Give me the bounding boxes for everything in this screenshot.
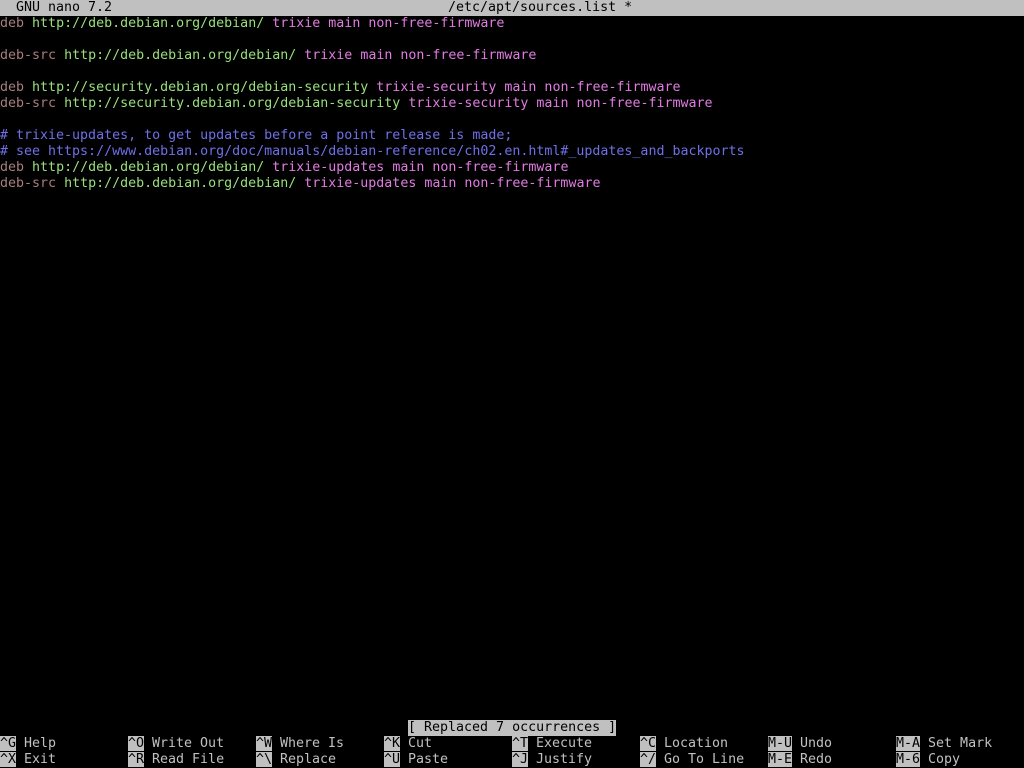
shortcut-key: ^J [512, 752, 529, 767]
shortcut-undo[interactable]: M-U Undo [768, 736, 832, 752]
shortcut-key: ^R [128, 752, 145, 767]
shortcut-label: Where Is [272, 736, 345, 751]
editor-line[interactable]: deb http://security.debian.org/debian-se… [0, 80, 681, 96]
shortcut-label: Location [656, 736, 729, 751]
shortcut-label: Replace [272, 752, 337, 767]
shortcut-label: Cut [400, 736, 433, 751]
editor-line[interactable]: deb http://deb.debian.org/debian/ trixie… [0, 160, 568, 176]
line-suite: trixie-updates [272, 160, 385, 175]
shortcut-help[interactable]: ^G Help [0, 736, 56, 752]
shortcut-redo[interactable]: M-E Redo [768, 752, 832, 768]
shortcut-label: Set Mark [920, 736, 993, 751]
line-suite: trixie-security [408, 96, 529, 111]
shortcut-label: Redo [792, 752, 833, 767]
shortcut-key: ^T [512, 736, 529, 751]
line-url: http://deb.debian.org/debian/ [32, 16, 265, 31]
line-keyword: deb [0, 80, 25, 95]
line-components: main non-free-firmware [392, 160, 569, 175]
shortcut-key: ^O [128, 736, 145, 751]
shortcut-where-is[interactable]: ^W Where Is [256, 736, 344, 752]
shortcut-read-file[interactable]: ^R Read File [128, 752, 224, 768]
shortcut-label: Go To Line [656, 752, 745, 767]
line-url: http://security.debian.org/debian-securi… [64, 96, 401, 111]
line-keyword: deb-src [0, 96, 57, 111]
shortcut-key: ^/ [640, 752, 657, 767]
line-components: main non-free-firmware [360, 48, 537, 63]
shortcut-copy[interactable]: M-6 Copy [896, 752, 960, 768]
line-keyword: deb [0, 160, 25, 175]
app-name: GNU nano 7.2 [16, 0, 113, 15]
editor-area[interactable]: deb http://deb.debian.org/debian/ trixie… [0, 16, 1024, 720]
editor-line[interactable]: deb-src http://deb.debian.org/debian/ tr… [0, 48, 536, 64]
line-components: main non-free-firmware [504, 80, 681, 95]
line-url: http://security.debian.org/debian-securi… [32, 80, 369, 95]
shortcut-label: Write Out [144, 736, 225, 751]
shortcut-key: M-6 [896, 752, 921, 767]
editor-line[interactable]: deb http://deb.debian.org/debian/ trixie… [0, 16, 504, 32]
shortcut-label: Help [16, 736, 57, 751]
line-keyword: deb-src [0, 176, 57, 191]
shortcut-label: Paste [400, 752, 449, 767]
line-components: main non-free-firmware [536, 96, 713, 111]
line-suite: trixie [304, 48, 353, 63]
line-keyword: deb-src [0, 48, 57, 63]
shortcut-key: ^W [256, 736, 273, 751]
shortcut-execute[interactable]: ^T Execute [512, 736, 592, 752]
shortcut-label: Exit [16, 752, 57, 767]
shortcut-key: M-U [768, 736, 793, 751]
shortcut-key: ^K [384, 736, 401, 751]
shortcut-label: Execute [528, 736, 593, 751]
line-url: http://deb.debian.org/debian/ [64, 48, 297, 63]
shortcut-label: Undo [792, 736, 833, 751]
shortcut-key: ^G [0, 736, 17, 751]
line-comment: # see https://www.debian.org/doc/manuals… [0, 144, 745, 159]
shortcut-key: M-E [768, 752, 793, 767]
line-components: main non-free-firmware [424, 176, 601, 191]
line-keyword: deb [0, 16, 25, 31]
shortcut-cut[interactable]: ^K Cut [384, 736, 432, 752]
line-comment: # trixie-updates, to get updates before … [0, 128, 513, 143]
shortcut-key: ^U [384, 752, 401, 767]
shortcut-key: ^X [0, 752, 17, 767]
line-url: http://deb.debian.org/debian/ [64, 176, 297, 191]
shortcut-label: Justify [528, 752, 593, 767]
shortcut-bar: ^G Help ^X Exit ^O Write Out ^R Read File ^W… [0, 736, 1024, 768]
line-suite: trixie [272, 16, 321, 31]
editor-line[interactable]: # see https://www.debian.org/doc/manuals… [0, 144, 745, 160]
line-suite: trixie-updates [304, 176, 417, 191]
shortcut-key: ^\ [256, 752, 273, 767]
shortcut-justify[interactable]: ^J Justify [512, 752, 592, 768]
shortcut-set-mark[interactable]: M-A Set Mark [896, 736, 992, 752]
shortcut-paste[interactable]: ^U Paste [384, 752, 448, 768]
shortcut-exit[interactable]: ^X Exit [0, 752, 56, 768]
file-name: /etc/apt/sources.list * [448, 0, 633, 15]
shortcut-go-to-line[interactable]: ^/ Go To Line [640, 752, 744, 768]
line-components: main non-free-firmware [328, 16, 505, 31]
shortcut-replace[interactable]: ^\ Replace [256, 752, 336, 768]
title-bar: GNU nano 7.2 /etc/apt/sources.list * [0, 0, 1024, 16]
shortcut-label: Copy [920, 752, 961, 767]
shortcut-write-out[interactable]: ^O Write Out [128, 736, 224, 752]
shortcut-key: M-A [896, 736, 921, 751]
editor-line[interactable]: deb-src http://deb.debian.org/debian/ tr… [0, 176, 600, 192]
line-suite: trixie-security [376, 80, 497, 95]
shortcut-label: Read File [144, 752, 225, 767]
editor-line[interactable]: # trixie-updates, to get updates before … [0, 128, 512, 144]
status-message: [ Replaced 7 occurrences ] [408, 720, 617, 736]
line-url: http://deb.debian.org/debian/ [32, 160, 265, 175]
shortcut-key: ^C [640, 736, 657, 751]
editor-line[interactable]: deb-src http://security.debian.org/debia… [0, 96, 713, 112]
shortcut-location[interactable]: ^C Location [640, 736, 728, 752]
